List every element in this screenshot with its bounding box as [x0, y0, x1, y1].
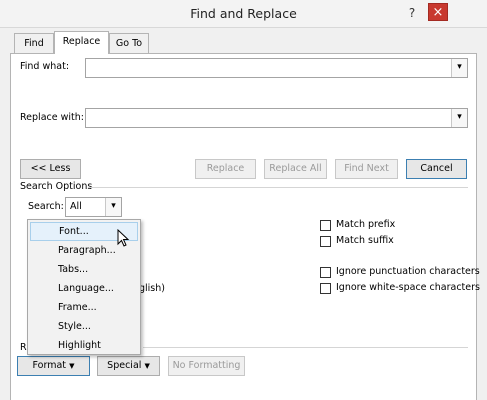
chevron-down-icon[interactable]: ▾	[105, 198, 121, 216]
tab-label: Go To	[115, 38, 143, 49]
replace-with-input[interactable]: ▾	[85, 108, 468, 128]
menu-item-style[interactable]: Style...	[30, 317, 138, 336]
caret-down-icon: ▼	[144, 362, 150, 370]
menu-item-label: Style...	[58, 321, 91, 332]
find-what-input[interactable]: ▾	[85, 58, 468, 78]
tab-replace[interactable]: Replace	[54, 31, 109, 54]
menu-item-label: Frame...	[58, 302, 97, 313]
ignore-whitespace-checkbox[interactable]	[320, 283, 331, 294]
special-button-label: Special	[107, 360, 142, 371]
search-label: Search:	[28, 201, 64, 212]
replace-all-button[interactable]: Replace All	[264, 159, 327, 179]
match-suffix-checkbox[interactable]	[320, 236, 331, 247]
replace-heading-partial: R	[20, 342, 27, 353]
mouse-pointer-icon	[117, 229, 130, 247]
match-prefix-checkbox[interactable]	[320, 220, 331, 231]
find-what-label: Find what:	[20, 61, 70, 72]
language-option-partial: glish)	[139, 283, 165, 294]
menu-item-language[interactable]: Language...	[30, 279, 138, 298]
menu-item-label: Tabs...	[58, 264, 89, 275]
less-button[interactable]: << Less	[20, 159, 81, 179]
chevron-down-icon[interactable]: ▾	[451, 109, 467, 127]
menu-item-frame[interactable]: Frame...	[30, 298, 138, 317]
menu-item-label: Font...	[59, 226, 89, 237]
ignore-punctuation-label: Ignore punctuation characters	[336, 266, 480, 277]
format-button-label: Format	[32, 360, 67, 371]
menu-item-tabs[interactable]: Tabs...	[30, 260, 138, 279]
divider	[88, 187, 468, 188]
search-options-heading: Search Options	[20, 181, 93, 192]
find-next-button[interactable]: Find Next	[335, 159, 398, 179]
cancel-button[interactable]: Cancel	[406, 159, 467, 179]
divider	[143, 347, 468, 348]
ignore-punctuation-checkbox[interactable]	[320, 267, 331, 278]
menu-item-highlight[interactable]: Highlight	[30, 336, 138, 355]
help-icon[interactable]: ?	[405, 4, 419, 22]
tab-label: Replace	[62, 36, 101, 47]
ignore-whitespace-label: Ignore white-space characters	[336, 282, 480, 293]
search-direction-select[interactable]: All ▾	[65, 197, 122, 217]
caret-down-icon: ▼	[69, 362, 75, 370]
match-prefix-label: Match prefix	[336, 219, 396, 230]
format-button[interactable]: Format ▼	[17, 356, 90, 376]
no-formatting-button[interactable]: No Formatting	[168, 356, 245, 376]
replace-button[interactable]: Replace	[195, 159, 256, 179]
tab-label: Find	[24, 38, 44, 49]
menu-item-label: Paragraph...	[58, 245, 116, 256]
menu-item-label: Highlight	[58, 340, 101, 351]
search-direction-value: All	[70, 201, 82, 212]
replace-with-label: Replace with:	[20, 112, 84, 123]
close-icon[interactable]: ×	[428, 3, 448, 21]
match-suffix-label: Match suffix	[336, 235, 394, 246]
tab-go-to[interactable]: Go To	[109, 33, 149, 53]
menu-item-label: Language...	[58, 283, 114, 294]
special-button[interactable]: Special ▼	[97, 356, 160, 376]
chevron-down-icon[interactable]: ▾	[451, 59, 467, 77]
tab-find[interactable]: Find	[14, 33, 54, 53]
